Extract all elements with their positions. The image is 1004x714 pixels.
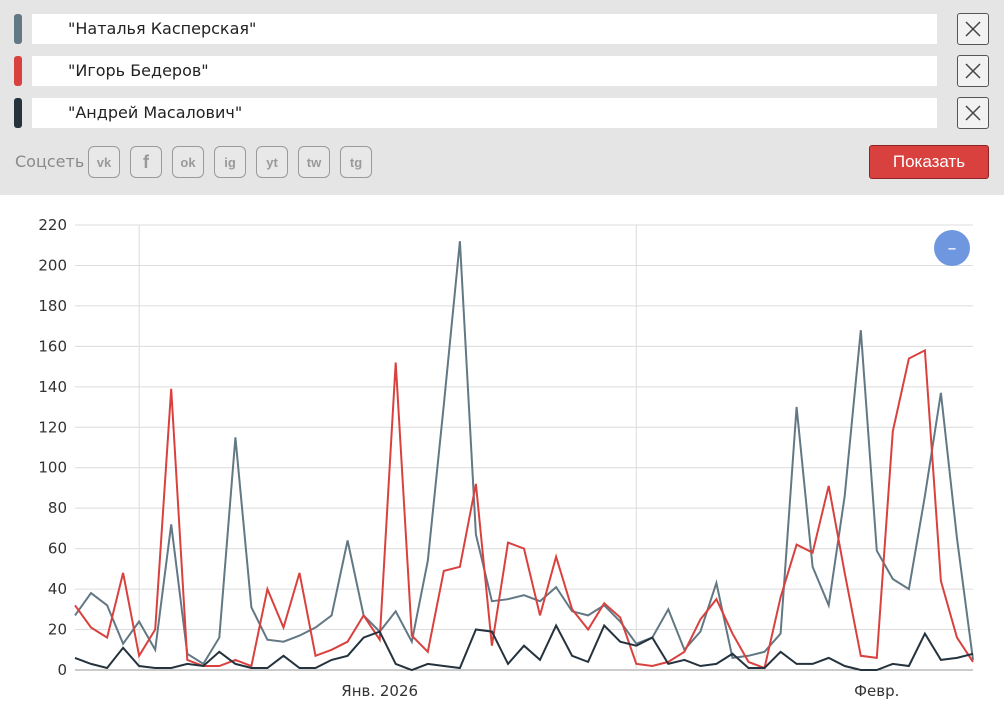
- y-tick-label: 60: [48, 540, 67, 558]
- social-network-label: Соцсеть: [15, 152, 85, 171]
- vk-icon: vk: [96, 154, 112, 170]
- telegram-button[interactable]: tg: [340, 146, 372, 178]
- instagram-icon: ig: [224, 154, 236, 170]
- query-input-3[interactable]: "Андрей Масалович": [32, 98, 937, 128]
- y-tick-label: 140: [38, 378, 67, 396]
- remove-query-button-3[interactable]: [957, 97, 989, 129]
- y-tick-label: 20: [48, 621, 67, 639]
- facebook-button[interactable]: f: [130, 146, 162, 178]
- y-tick-label: 200: [38, 256, 67, 274]
- query-panel: "Наталья Касперская" "Игорь Бедеров" "Ан…: [0, 0, 1004, 195]
- query-row-2: "Игорь Бедеров": [14, 56, 937, 86]
- minus-icon: –: [947, 237, 957, 259]
- twitter-button[interactable]: tw: [298, 146, 330, 178]
- y-tick-label: 160: [38, 337, 67, 355]
- close-icon: [965, 105, 981, 121]
- telegram-icon: tg: [349, 154, 363, 170]
- y-tick-label: 40: [48, 580, 67, 598]
- youtube-button[interactable]: yt: [256, 146, 288, 178]
- y-tick-label: 220: [38, 216, 67, 234]
- remove-query-button-2[interactable]: [957, 55, 989, 87]
- query-row-1: "Наталья Касперская": [14, 14, 937, 44]
- query-color-swatch: [14, 56, 22, 86]
- remove-query-button-1[interactable]: [957, 13, 989, 45]
- vk-button[interactable]: vk: [88, 146, 120, 178]
- series-line-2: [74, 348, 974, 670]
- x-tick-label: Янв. 2026: [341, 682, 418, 700]
- x-tick-label: Февр.: [854, 682, 899, 700]
- close-icon: [965, 63, 981, 79]
- series-line-3: [74, 623, 974, 672]
- y-tick-label: 80: [48, 499, 67, 517]
- y-tick-label: 0: [57, 661, 67, 679]
- twitter-icon: tw: [306, 154, 322, 170]
- close-icon: [965, 21, 981, 37]
- query-input-2[interactable]: "Игорь Бедеров": [32, 56, 937, 86]
- query-input-1[interactable]: "Наталья Касперская": [32, 14, 937, 44]
- zoom-out-button[interactable]: –: [934, 230, 970, 266]
- series-line-1: [74, 241, 974, 666]
- instagram-button[interactable]: ig: [214, 146, 246, 178]
- youtube-icon: yt: [266, 154, 278, 170]
- odnoklassniki-icon: ok: [180, 154, 196, 170]
- y-tick-label: 180: [38, 297, 67, 315]
- facebook-icon: f: [143, 151, 149, 172]
- mentions-line-chart: 0 20 40 60 80 100 120 140 160 180 200 220 Янв. 2026 Ф…: [38, 216, 974, 700]
- query-color-swatch: [14, 98, 22, 128]
- y-tick-label: 120: [38, 418, 67, 436]
- show-button[interactable]: Показать: [869, 145, 989, 179]
- query-color-swatch: [14, 14, 22, 44]
- odnoklassniki-button[interactable]: ok: [172, 146, 204, 178]
- query-row-3: "Андрей Масалович": [14, 98, 937, 128]
- y-tick-label: 100: [38, 459, 67, 477]
